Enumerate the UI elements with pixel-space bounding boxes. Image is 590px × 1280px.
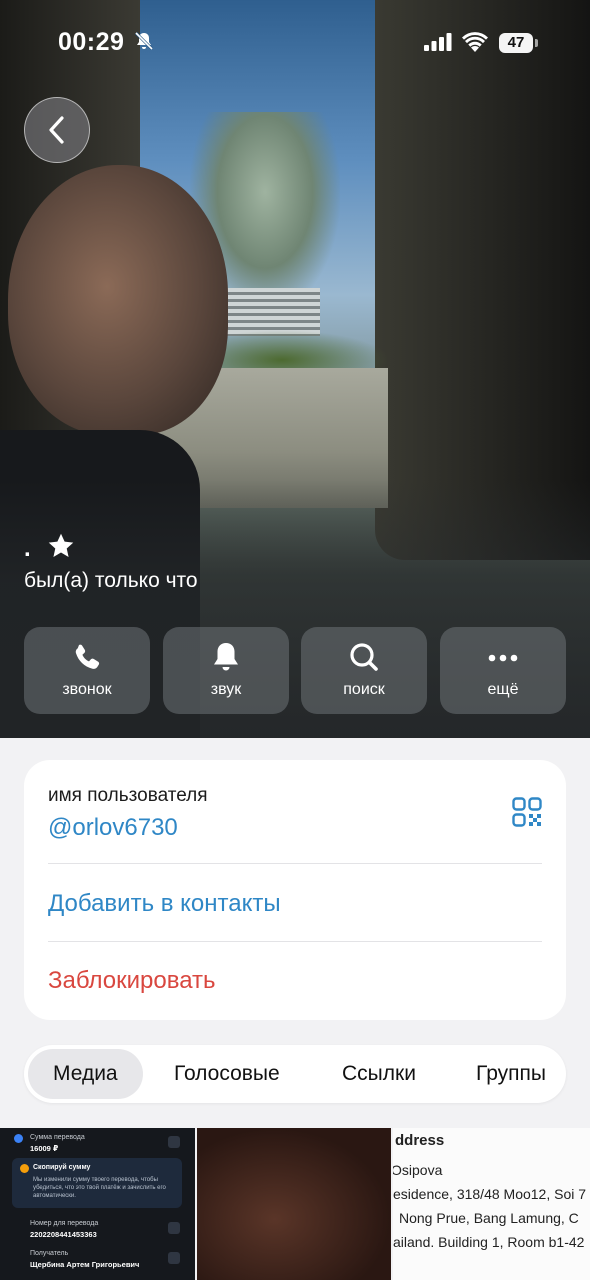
more-button[interactable]: ещё xyxy=(440,627,566,714)
status-time: 00:29 xyxy=(58,28,125,56)
thumb-address-line: ailand. Building 1, Room b1-42 xyxy=(393,1234,585,1250)
thumb-amount: 16009 ₽ xyxy=(30,1144,59,1153)
call-button-label: звонок xyxy=(62,681,112,698)
tab-links[interactable]: Ссылки xyxy=(342,1045,416,1103)
battery-tip xyxy=(535,39,538,47)
wifi-icon xyxy=(462,32,488,52)
signal-icon xyxy=(424,33,452,51)
divider xyxy=(48,863,542,864)
profile-name-text: . xyxy=(24,535,31,562)
copy-icon xyxy=(168,1222,180,1234)
thumb-number: 2202208441453363 xyxy=(30,1230,97,1239)
media-thumbnail[interactable]: Сумма перевода 16009 ₽ Скопируй сумму Мы… xyxy=(0,1128,195,1280)
battery-icon: 47 xyxy=(499,33,539,53)
copy-icon xyxy=(168,1136,180,1148)
search-icon xyxy=(350,643,378,671)
block-user-button[interactable]: Заблокировать xyxy=(48,967,216,995)
photo-tower xyxy=(222,288,320,336)
thumb-number-label: Номер для перевода xyxy=(30,1220,99,1227)
call-button[interactable]: звонок xyxy=(24,627,150,714)
photo-person-head xyxy=(8,165,228,435)
username-link[interactable]: @orlov6730 xyxy=(48,814,178,842)
bell-slash-icon xyxy=(134,31,154,51)
tab-voice[interactable]: Голосовые xyxy=(174,1045,280,1103)
tab-media[interactable]: Медиа xyxy=(28,1049,143,1099)
status-bar: 00:29 47 xyxy=(0,0,590,90)
thumb-recipient-label: Получатель xyxy=(30,1250,69,1257)
info-card: имя пользователя @orlov6730 Добавить в к… xyxy=(24,760,566,1020)
thumb-recipient: Щербина Артем Григорьевич xyxy=(30,1260,140,1269)
thumb-copy-text: Мы изменили сумму твоего перевода, чтобы… xyxy=(33,1177,166,1199)
search-button-label: поиск xyxy=(343,681,385,698)
sound-button[interactable]: звук xyxy=(163,627,289,714)
thumb-address-line: Nong Prue, Bang Lamung, C xyxy=(399,1210,579,1226)
divider xyxy=(48,941,542,942)
thumb-copy-title: Скопируй сумму xyxy=(33,1164,91,1171)
bank-logo-icon xyxy=(14,1134,23,1143)
media-thumbnail[interactable] xyxy=(197,1128,391,1280)
add-contact-button[interactable]: Добавить в контакты xyxy=(48,890,281,918)
sound-button-label: звук xyxy=(210,681,242,698)
media-thumbnail[interactable]: ddress Osipova esidence, 318/48 Moo12, S… xyxy=(393,1128,590,1280)
media-tabs: Медиа Голосовые Ссылки Группы xyxy=(24,1045,566,1103)
phone-icon xyxy=(75,644,100,669)
search-button[interactable]: поиск xyxy=(301,627,427,714)
bell-icon xyxy=(214,643,238,671)
media-grid: Сумма перевода 16009 ₽ Скопируй сумму Мы… xyxy=(0,1128,590,1280)
copy-icon xyxy=(168,1252,180,1264)
info-dot-icon xyxy=(20,1164,29,1173)
username-label: имя пользователя xyxy=(48,785,208,806)
star-icon xyxy=(49,533,74,557)
thumb-amount-label: Сумма перевода xyxy=(30,1134,85,1141)
thumb-address-line: Osipova xyxy=(393,1162,443,1178)
thumb-address-line: ddress xyxy=(395,1132,445,1149)
back-button[interactable] xyxy=(24,97,90,163)
more-icon xyxy=(488,654,518,662)
battery-level: 47 xyxy=(499,33,533,53)
chevron-left-icon xyxy=(49,116,64,144)
action-bar: звонок звук поиск ещё xyxy=(24,627,566,714)
last-seen-status: был(а) только что xyxy=(24,569,198,592)
profile-name: . xyxy=(24,532,75,563)
thumb-address-line: esidence, 318/48 Moo12, Soi 7 xyxy=(393,1186,587,1202)
tab-groups[interactable]: Группы xyxy=(476,1045,546,1103)
qr-code-icon[interactable] xyxy=(512,797,542,827)
more-button-label: ещё xyxy=(487,681,519,698)
